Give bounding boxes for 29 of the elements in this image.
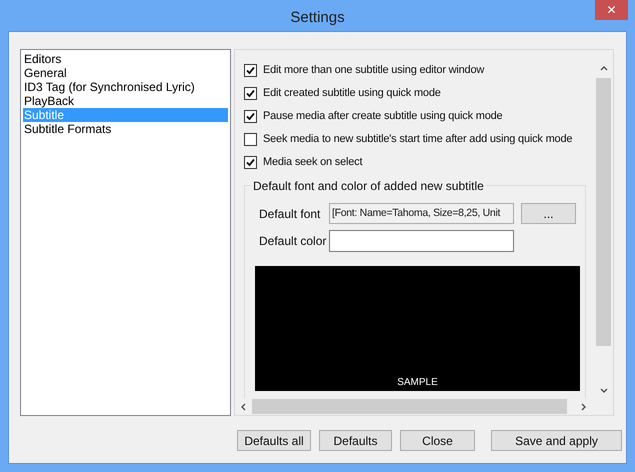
checkbox[interactable] [244,86,257,100]
checkbox-label[interactable]: Edit more than one subtitle using editor window [263,62,484,78]
list-item[interactable]: Subtitle Formats [23,122,228,136]
checkbox[interactable] [244,156,257,168]
color-field[interactable] [329,230,514,252]
field-label: Default color [259,233,328,250]
list-item[interactable]: PlayBack [23,94,228,108]
checkbox[interactable] [244,132,257,146]
checkbox[interactable] [244,110,257,122]
checkbox-label[interactable]: Media seek on select [263,154,362,170]
dialog-button[interactable]: Save and apply [491,430,622,451]
checkbox-label[interactable]: Seek media to new subtitle's start time after add using quick mode [263,130,572,148]
checkbox-label[interactable]: Pause media after create subtitle using quick mode [263,108,502,124]
close-button[interactable]: ✕ [595,0,628,20]
list-item[interactable]: Editors [23,52,228,66]
list-item[interactable]: ID3 Tag (for Synchronised Lyric) [23,80,228,94]
checkbox-label[interactable]: Edit created subtitle using quick mode [263,84,441,102]
dialog-button[interactable]: Defaults [319,430,392,451]
font-field[interactable]: [Font: Name=Tahoma, Size=8,25, Unit [329,203,514,224]
sample-text: SAMPLE [397,376,438,390]
dialog-button[interactable]: Defaults all [237,430,311,451]
field-label: Default font [259,206,322,222]
scrollbar-thumb[interactable] [252,399,567,414]
window-title: Settings [290,9,345,26]
scrollbar-thumb[interactable] [596,78,611,346]
dialog-button[interactable]: Close [400,430,475,451]
list-item[interactable]: General [23,66,228,80]
browse-button[interactable]: ... [521,203,576,224]
checkbox[interactable] [244,64,257,76]
